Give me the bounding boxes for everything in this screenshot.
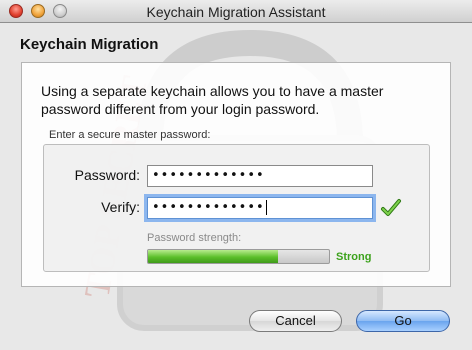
window-title: Keychain Migration Assistant <box>146 4 326 20</box>
cancel-button[interactable]: Cancel <box>249 310 342 332</box>
strength-meter-fill <box>148 250 279 263</box>
go-button[interactable]: Go <box>356 310 450 332</box>
strength-label: Password strength: <box>147 232 242 244</box>
verify-field[interactable]: ••••••••••••• <box>147 197 373 219</box>
keychain-migration-window: TOP SECRET Keychain Migration Assistant … <box>0 0 472 350</box>
checkmark-icon <box>381 199 401 216</box>
group-label: Enter a secure master password: <box>49 129 211 141</box>
strength-text: Strong <box>336 251 372 263</box>
verify-field-value: ••••••••••••• <box>152 200 265 215</box>
password-group-box: Password: ••••••••••••• Verify: ••••••••… <box>43 144 430 272</box>
password-field-value: ••••••••••••• <box>152 168 265 183</box>
intro-text: Using a separate keychain allows you to … <box>41 83 384 117</box>
content-panel: Using a separate keychain allows you to … <box>21 62 451 287</box>
verify-label: Verify: <box>101 199 140 215</box>
strength-meter <box>147 249 330 264</box>
text-caret <box>265 200 267 215</box>
password-field[interactable]: ••••••••••••• <box>147 165 373 187</box>
title-bar: Keychain Migration Assistant <box>0 0 472 23</box>
dialog-heading: Keychain Migration <box>20 36 159 53</box>
password-label: Password: <box>74 167 140 183</box>
